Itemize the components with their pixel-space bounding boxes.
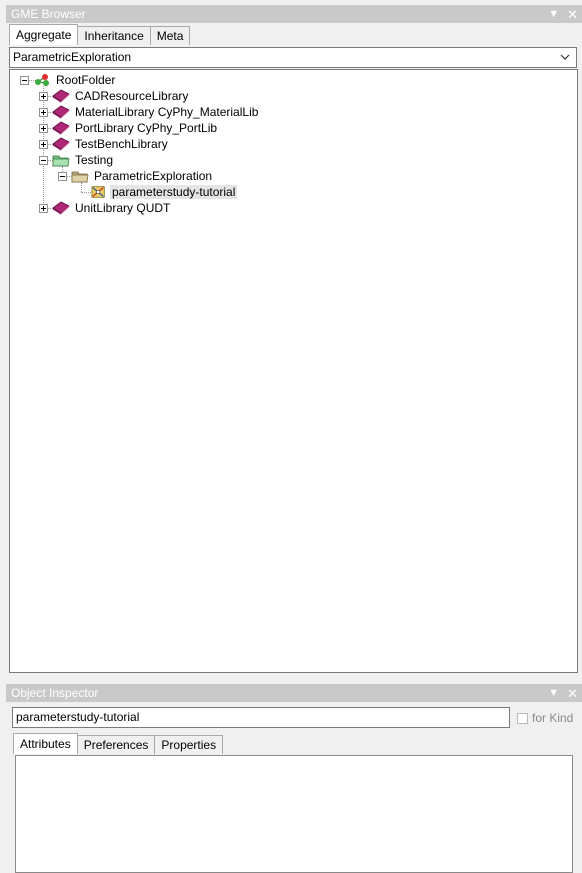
library-icon <box>52 201 70 215</box>
tree-item-label: PortLibrary CyPhy_PortLib <box>75 121 218 135</box>
chevron-down-icon[interactable] <box>560 48 570 67</box>
collapse-toggle[interactable] <box>39 155 48 165</box>
parametric-study-icon <box>91 186 105 198</box>
tab-inheritance[interactable]: Inheritance <box>77 26 151 45</box>
object-name-value: parameterstudy-tutorial <box>16 710 140 724</box>
collapse-toggle[interactable] <box>20 75 29 85</box>
object-inspector-title: Object Inspector <box>11 686 99 700</box>
root-folder-icon <box>35 74 49 86</box>
tab-attributes[interactable]: Attributes <box>13 733 78 754</box>
inspector-tabs: Attributes Preferences Properties <box>13 733 224 754</box>
tree-item-unitlibrary[interactable]: UnitLibrary QUDT <box>39 200 172 216</box>
tab-properties[interactable]: Properties <box>154 735 224 754</box>
for-kind-checkbox[interactable]: for Kind <box>517 711 573 725</box>
browser-tabs: Aggregate Inheritance Meta <box>9 24 191 45</box>
browser-combo-value: ParametricExploration <box>13 50 132 64</box>
expand-toggle[interactable] <box>39 123 48 133</box>
tree-item-cadresourcelibrary[interactable]: CADResourceLibrary <box>39 88 190 104</box>
tree-item-label: CADResourceLibrary <box>75 89 189 103</box>
for-kind-label: for Kind <box>532 711 574 725</box>
checkbox-icon[interactable] <box>517 712 528 724</box>
library-icon <box>52 137 70 151</box>
tree-item-rootfolder[interactable]: RootFolder <box>20 72 117 88</box>
gme-browser-title-bar: GME Browser ▼ ✕ <box>6 5 582 23</box>
library-icon <box>52 89 70 103</box>
tree-item-testbenchlibrary[interactable]: TestBenchLibrary <box>39 136 170 152</box>
browser-combo[interactable]: ParametricExploration <box>9 47 577 68</box>
tree-item-label: ParametricExploration <box>94 169 213 183</box>
library-icon <box>52 105 70 119</box>
attributes-panel[interactable] <box>15 755 573 873</box>
close-icon[interactable]: ✕ <box>567 8 578 21</box>
close-icon[interactable]: ✕ <box>567 687 578 700</box>
tree-item-parameterstudy-tutorial[interactable]: parameterstudy-tutorial <box>91 184 238 200</box>
tree-item-label: RootFolder <box>56 73 116 87</box>
tree-item-label: MaterialLibrary CyPhy_MaterialLib <box>75 105 259 119</box>
expand-toggle[interactable] <box>39 91 48 101</box>
expand-toggle[interactable] <box>39 203 48 213</box>
tree-item-parametricexploration[interactable]: ParametricExploration <box>58 168 214 184</box>
object-name-field[interactable]: parameterstudy-tutorial <box>12 707 510 728</box>
tree-item-label: Testing <box>75 153 114 167</box>
library-icon <box>52 121 70 135</box>
expand-toggle[interactable] <box>39 107 48 117</box>
tree-item-materiallibrary[interactable]: MaterialLibrary CyPhy_MaterialLib <box>39 104 260 120</box>
collapse-toggle[interactable] <box>58 171 67 181</box>
expand-toggle[interactable] <box>39 139 48 149</box>
folder-icon <box>71 171 89 183</box>
gme-browser-title: GME Browser <box>11 7 86 21</box>
folder-icon <box>52 155 70 167</box>
tab-aggregate[interactable]: Aggregate <box>9 24 79 45</box>
tree-item-testing[interactable]: Testing <box>39 152 115 168</box>
dropdown-arrow-icon[interactable]: ▼ <box>548 8 559 20</box>
tab-meta[interactable]: Meta <box>149 26 191 45</box>
tree-item-label: parameterstudy-tutorial <box>110 185 238 199</box>
tree-item-portlibrary[interactable]: PortLibrary CyPhy_PortLib <box>39 120 219 136</box>
tab-preferences[interactable]: Preferences <box>76 735 156 754</box>
tree-item-label: UnitLibrary QUDT <box>75 201 171 215</box>
tree-item-label: TestBenchLibrary <box>75 137 168 151</box>
dropdown-arrow-icon[interactable]: ▼ <box>548 687 559 699</box>
object-inspector-title-bar: Object Inspector ▼ ✕ <box>6 684 582 702</box>
browser-tree[interactable]: RootFolder CADResourceLibrary MaterialLi… <box>9 69 578 673</box>
